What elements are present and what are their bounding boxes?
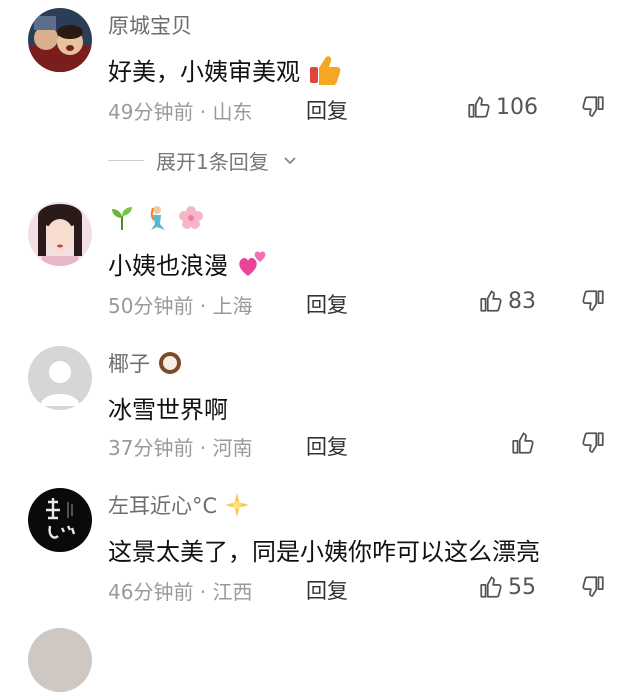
- username-text: 椰子: [108, 352, 150, 376]
- reply-button[interactable]: 回复: [306, 289, 348, 319]
- comment-meta: 46分钟前 · 江西: [108, 580, 253, 604]
- thumb-up-icon: [478, 288, 504, 314]
- like-button[interactable]: 55: [478, 574, 536, 600]
- thumb-down-icon: [580, 574, 606, 600]
- divider-line: [108, 160, 144, 161]
- dislike-button[interactable]: [580, 288, 606, 318]
- comment-username[interactable]: 左耳近心°C: [108, 490, 250, 523]
- dislike-button[interactable]: [580, 574, 606, 604]
- avatar[interactable]: [28, 202, 92, 266]
- expand-replies-label: 展开1条回复: [156, 150, 269, 174]
- comment-text: 好美，小姨审美观: [108, 58, 300, 86]
- thumb-up-icon: [510, 430, 536, 456]
- like-count: 83: [508, 288, 536, 314]
- thumb-down-icon: [580, 430, 606, 456]
- thumb-up-icon: [478, 574, 504, 600]
- comment-meta: 37分钟前 · 河南: [108, 436, 253, 460]
- chevron-down-icon: [284, 156, 296, 164]
- thumb-up-icon: [466, 94, 492, 120]
- comment-text: 冰雪世界啊: [108, 396, 228, 424]
- comment-username[interactable]: 原城宝贝: [108, 10, 192, 40]
- thumb-down-icon: [580, 94, 606, 120]
- comment-meta: 50分钟前 · 上海: [108, 294, 253, 318]
- like-button[interactable]: 83: [478, 288, 536, 314]
- cherry-blossom-icon: [177, 204, 205, 237]
- coconut-icon: [157, 350, 183, 381]
- dislike-button[interactable]: [580, 94, 606, 124]
- seedling-icon: [108, 204, 136, 237]
- like-count: 106: [496, 94, 538, 120]
- like-button[interactable]: 106: [466, 94, 538, 120]
- dislike-button[interactable]: [580, 430, 606, 460]
- comment-text: 这景太美了，同是小姨你咋可以这么漂亮: [108, 538, 540, 566]
- reply-button[interactable]: 回复: [306, 431, 348, 461]
- thumb-down-icon: [580, 288, 606, 314]
- comment-text: 小姨也浪漫: [108, 252, 228, 280]
- sparkle-sun-icon: [224, 492, 250, 523]
- like-count: 55: [508, 574, 536, 600]
- username-text: 左耳近心°C: [108, 494, 218, 518]
- reply-button[interactable]: 回复: [306, 575, 348, 605]
- expand-replies-button[interactable]: 展开1条回复: [108, 146, 299, 175]
- comment-username[interactable]: [108, 204, 205, 237]
- like-button[interactable]: [510, 430, 536, 456]
- comment-meta: 49分钟前 · 山东: [108, 100, 253, 124]
- avatar[interactable]: [28, 346, 92, 410]
- mermaid-icon: [143, 204, 171, 237]
- reply-button[interactable]: 回复: [306, 95, 348, 125]
- avatar[interactable]: [28, 8, 92, 72]
- strong-applause-emoji-icon: [308, 53, 342, 93]
- comment-username[interactable]: 椰子: [108, 348, 183, 381]
- avatar[interactable]: [28, 628, 92, 692]
- two-hearts-icon: [236, 248, 268, 286]
- avatar[interactable]: [28, 488, 92, 552]
